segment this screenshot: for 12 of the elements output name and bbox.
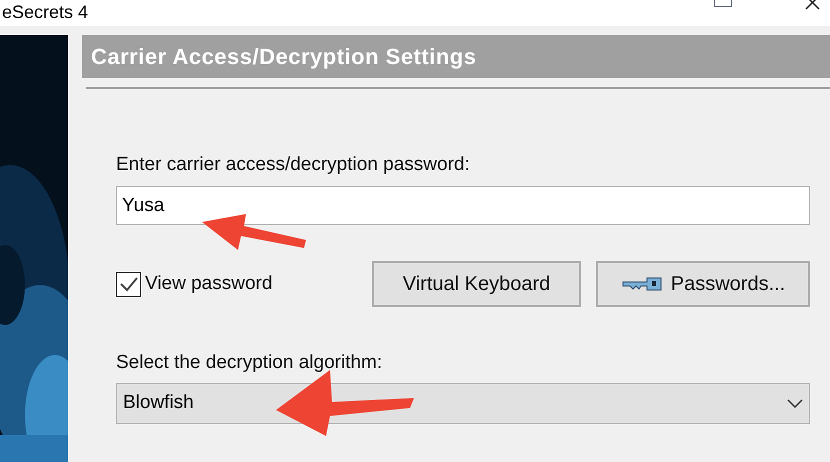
chevron-down-icon xyxy=(787,399,803,408)
virtual-keyboard-button[interactable]: Virtual Keyboard xyxy=(372,261,581,307)
key-icon xyxy=(620,276,663,292)
checkmark-icon xyxy=(118,276,138,292)
passwords-button[interactable]: Passwords... xyxy=(596,261,810,307)
password-label: Enter carrier access/decryption password: xyxy=(116,153,471,177)
view-password-checkbox[interactable]: View password xyxy=(116,270,372,298)
algorithm-label: Select the decryption algorithm: xyxy=(116,351,384,375)
password-field[interactable]: Yusa xyxy=(116,186,810,225)
panel-title: Carrier Access/Decryption Settings xyxy=(91,43,476,71)
algorithm-dropdown[interactable]: Blowfish xyxy=(116,383,810,424)
window-title: eSecrets 4 xyxy=(2,1,88,23)
